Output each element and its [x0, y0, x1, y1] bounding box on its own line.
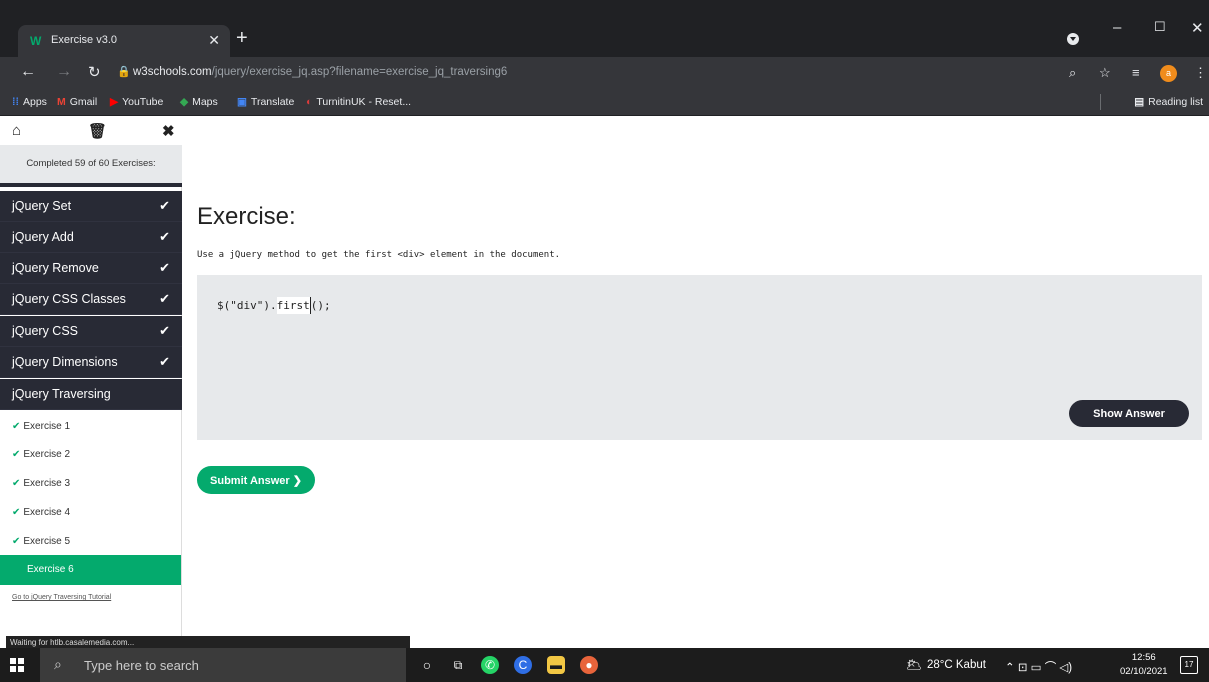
show-answer-button[interactable]: Show Answer — [1069, 400, 1189, 427]
menu-icon[interactable]: ⋮ — [1194, 65, 1207, 81]
turnitin-icon: ◐ — [306, 96, 313, 108]
check-icon: ✔ — [12, 478, 21, 489]
search-icon: ⌕ — [54, 656, 62, 672]
submit-answer-button[interactable]: Submit Answer ❯ — [197, 466, 315, 494]
check-icon: ✔ — [159, 229, 170, 244]
cortana-icon[interactable]: ○ — [418, 656, 436, 674]
windows-taskbar: ⌕ Type here to search ○ ⧉ ✆ C ▬ ● 🌥 28°C… — [0, 648, 1209, 682]
exercise-sidebar: ⌂ 🗑 ✖ Completed 59 of 60 Exercises: jQue… — [0, 116, 182, 648]
category-jquery-remove[interactable]: jQuery Remove ✔ — [0, 253, 182, 284]
browser-tab-bar: W Exercise v3.0 ✕ + – ☐ ✕ — [0, 0, 1209, 57]
exercise-item-3[interactable]: ✔ Exercise 3 — [0, 469, 181, 498]
bookmark-star-icon[interactable]: ☆ — [1099, 65, 1111, 81]
exercise-item-4[interactable]: ✔ Exercise 4 — [0, 498, 181, 527]
sidebar-toolbar: ⌂ 🗑 ✖ — [0, 116, 182, 145]
bookmarks-bar: ⁞⁞ Apps M Gmail ▶ YouTube ◆ Maps ▣ Translate … — [0, 89, 1209, 116]
reload-icon[interactable]: ↻ — [88, 63, 101, 81]
bookmarks-divider — [1100, 94, 1101, 110]
browser-app-icon[interactable]: C — [514, 656, 532, 674]
bookmark-translate[interactable]: ▣ Translate — [237, 96, 294, 108]
exercise-item-2[interactable]: ✔ Exercise 2 — [0, 440, 181, 469]
browser-toolbar: ← → ↻ 🔒 w3schools.com/jquery/exercise_jq… — [0, 57, 1209, 89]
forward-icon[interactable]: → — [56, 63, 72, 81]
check-icon: ✔ — [159, 323, 170, 338]
minimize-icon[interactable]: – — [1113, 19, 1121, 36]
code-suffix: (); — [310, 299, 331, 312]
tab-search-icon[interactable] — [1067, 33, 1079, 45]
weather-text[interactable]: 28°C Kabut — [927, 659, 986, 671]
sidebar-divider — [0, 183, 182, 187]
check-icon: ✔ — [12, 449, 21, 460]
exercise-title: Exercise: — [197, 203, 296, 230]
back-icon[interactable]: ← — [20, 63, 36, 81]
youtube-icon: ▶ — [110, 96, 119, 108]
tab-title: Exercise v3.0 — [51, 34, 118, 46]
system-tray-icons[interactable]: ⌃ ⊡ ▭ ⌒ ◁) — [1005, 659, 1072, 675]
close-sidebar-icon[interactable]: ✖ — [162, 122, 175, 140]
media-control-icon[interactable]: ≡ — [1132, 65, 1140, 80]
chrome-icon[interactable]: ● — [580, 656, 598, 674]
bookmark-gmail[interactable]: M Gmail — [57, 96, 97, 108]
profile-avatar[interactable]: a — [1160, 65, 1177, 82]
check-icon: ✔ — [159, 198, 170, 213]
task-view-icon[interactable]: ⧉ — [449, 656, 467, 674]
bookmark-apps[interactable]: ⁞⁞ Apps — [12, 96, 47, 108]
code-line: $("div").first(); — [217, 297, 331, 314]
windows-start-icon[interactable] — [10, 658, 24, 672]
bookmark-youtube[interactable]: ▶ YouTube — [110, 96, 163, 108]
check-icon: ✔ — [12, 536, 21, 547]
progress-text: Completed 59 of 60 Exercises: — [0, 145, 182, 183]
gmail-icon: M — [57, 96, 66, 108]
code-prefix: $("div"). — [217, 299, 277, 312]
date: 02/10/2021 — [1120, 666, 1168, 677]
notification-icon[interactable]: 17 — [1180, 656, 1198, 674]
maps-icon: ◆ — [180, 96, 189, 108]
w3schools-favicon-icon: W — [30, 34, 42, 48]
url-domain: w3schools.com — [133, 66, 212, 78]
whatsapp-icon[interactable]: ✆ — [481, 656, 499, 674]
maximize-icon[interactable]: ☐ — [1154, 19, 1166, 35]
tutorial-link[interactable]: Go to jQuery Traversing Tutorial — [12, 594, 111, 601]
answer-input[interactable]: first — [276, 297, 311, 314]
clock[interactable]: 12:56 02/10/2021 — [1120, 651, 1168, 679]
file-explorer-icon[interactable]: ▬ — [547, 656, 565, 674]
exercise-description: Use a jQuery method to get the first <di… — [197, 250, 561, 260]
category-jquery-traversing[interactable]: jQuery Traversing — [0, 379, 182, 410]
category-jquery-css[interactable]: jQuery CSS ✔ — [0, 316, 182, 347]
check-icon: ✔ — [159, 354, 170, 369]
apps-grid-icon: ⁞⁞ — [12, 96, 19, 108]
url-path: /jquery/exercise_jq.asp?filename=exercis… — [211, 66, 508, 78]
loading-status: Waiting for htlb.casalemedia.com... — [6, 636, 410, 648]
close-tab-icon[interactable]: ✕ — [208, 32, 220, 49]
exercise-item-5[interactable]: ✔ Exercise 5 — [0, 527, 181, 556]
browser-tab[interactable]: W Exercise v3.0 ✕ — [18, 25, 230, 57]
category-jquery-dimensions[interactable]: jQuery Dimensions ✔ — [0, 347, 182, 378]
new-tab-button[interactable]: + — [236, 27, 248, 50]
close-window-icon[interactable]: ✕ — [1191, 19, 1204, 37]
bookmark-maps[interactable]: ◆ Maps — [180, 96, 218, 108]
address-bar[interactable]: w3schools.com/jquery/exercise_jq.asp?fil… — [133, 66, 507, 78]
reading-list-button[interactable]: ▤ Reading list — [1134, 96, 1203, 108]
zoom-icon[interactable]: ⌕ — [1069, 65, 1076, 81]
category-jquery-css-classes[interactable]: jQuery CSS Classes ✔ — [0, 284, 182, 315]
weather-icon: 🌥 — [905, 657, 923, 672]
translate-icon: ▣ — [237, 96, 247, 108]
lock-icon: 🔒 — [117, 66, 131, 78]
taskbar-search[interactable]: ⌕ Type here to search — [40, 648, 406, 682]
category-jquery-set[interactable]: jQuery Set ✔ — [0, 191, 182, 222]
home-icon[interactable]: ⌂ — [12, 122, 21, 139]
check-icon: ✔ — [12, 507, 21, 518]
exercise-item-6-active[interactable]: Exercise 6 — [0, 555, 181, 585]
check-icon: ✔ — [159, 260, 170, 275]
bookmark-turnitin[interactable]: ◐ TurnitinUK - Reset... — [306, 96, 411, 108]
code-box: $("div").first(); Show Answer — [197, 275, 1202, 440]
reading-list-icon: ▤ — [1134, 96, 1145, 108]
check-icon: ✔ — [12, 421, 21, 432]
trash-icon[interactable]: 🗑 — [88, 122, 107, 140]
check-icon: ✔ — [159, 291, 170, 306]
exercise-item-1[interactable]: ✔ Exercise 1 — [0, 412, 181, 441]
time: 12:56 — [1131, 652, 1156, 663]
category-jquery-add[interactable]: jQuery Add ✔ — [0, 222, 182, 253]
search-placeholder: Type here to search — [84, 658, 199, 673]
